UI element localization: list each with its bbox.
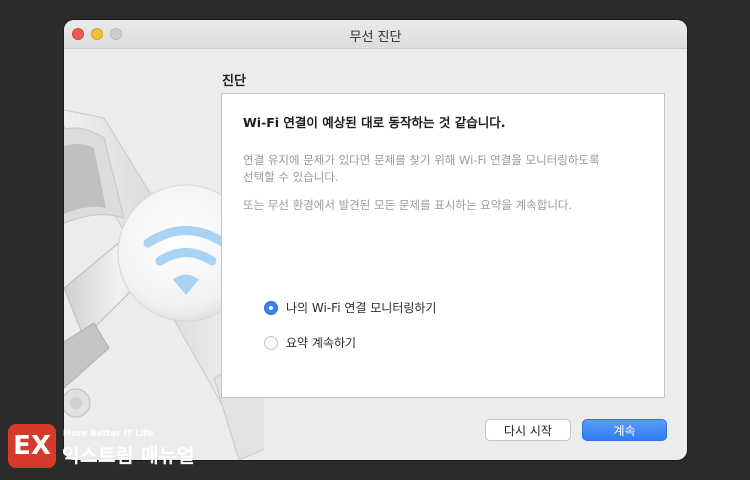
- summary-description: 또는 무선 환경에서 발견된 모든 문제를 표시하는 요약을 계속합니다.: [243, 198, 573, 212]
- monitor-description-line2: 선택할 수 있습니다.: [243, 170, 339, 184]
- radio-option-monitor[interactable]: 나의 Wi-Fi 연결 모니터링하기: [264, 299, 436, 316]
- section-title: 진단: [222, 74, 246, 89]
- title-bar[interactable]: 무선 진단: [64, 20, 687, 49]
- status-headline: Wi-Fi 연결이 예상된 대로 동작하는 것 같습니다.: [243, 115, 506, 130]
- window-title: 무선 진단: [349, 30, 402, 45]
- brand-tagline: More Better IT Life: [63, 429, 154, 439]
- radio-button-selected[interactable]: [264, 300, 278, 315]
- brand-logo-icon: EX: [8, 424, 56, 468]
- radio-option-summary[interactable]: 요약 계속하기: [264, 334, 356, 351]
- radio-label-monitor: 나의 Wi-Fi 연결 모니터링하기: [286, 301, 437, 315]
- continue-button[interactable]: 계속: [582, 419, 667, 441]
- monitor-description-line1: 연결 유지에 문제가 있다면 문제를 찾기 위해 Wi-Fi 연결을 모니터링하…: [243, 153, 600, 167]
- radio-label-summary: 요약 계속하기: [286, 336, 357, 350]
- restart-button[interactable]: 다시 시작: [485, 419, 571, 441]
- diagnostics-panel: Wi-Fi 연결이 예상된 대로 동작하는 것 같습니다. 연결 유지에 문제가…: [221, 93, 665, 398]
- watermark-logo: EX More Better IT Life 익스트림 매뉴얼: [8, 422, 208, 470]
- monitor-description: 연결 유지에 문제가 있다면 문제를 찾기 위해 Wi-Fi 연결을 모니터링하…: [243, 152, 643, 186]
- brand-name: 익스트림 매뉴얼: [62, 445, 195, 467]
- wireless-diagnostics-window: 무선 진단 진단 Wi-Fi 연결이 예상된 대로 동작하는 것 같습니다. 연…: [64, 20, 687, 460]
- radio-button-unselected[interactable]: [264, 335, 278, 350]
